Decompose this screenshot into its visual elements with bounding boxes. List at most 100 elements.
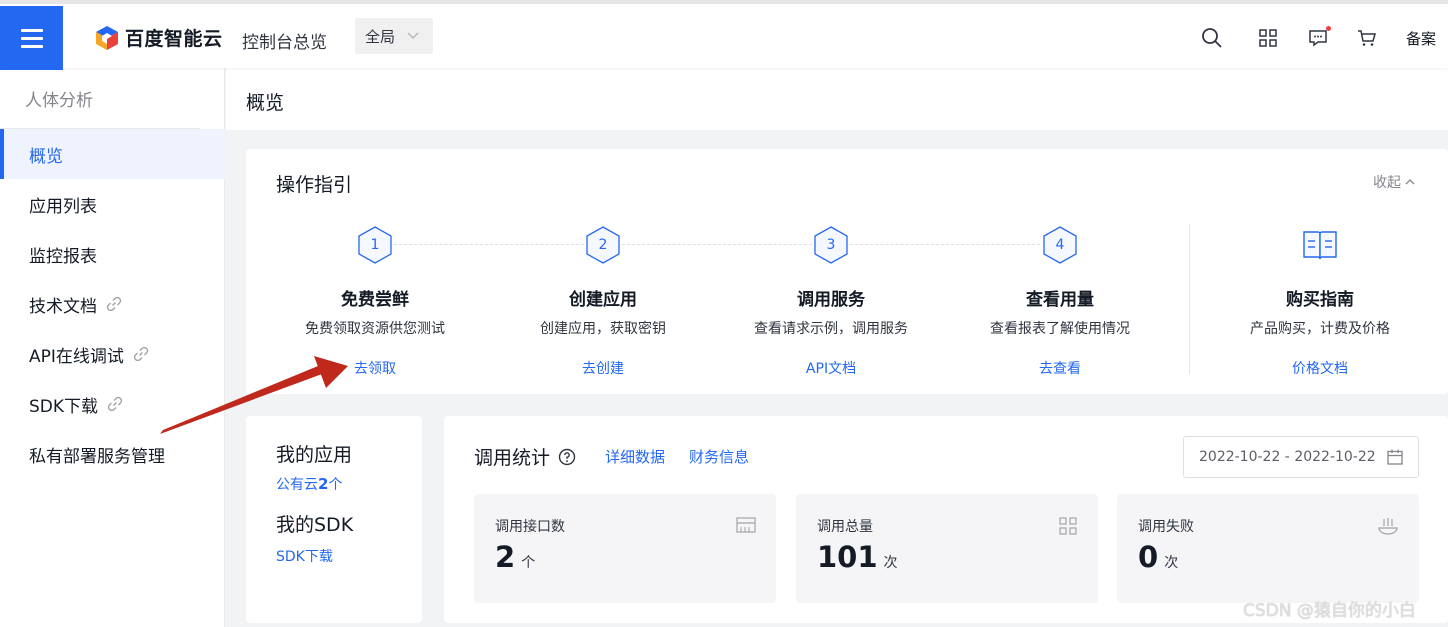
baidu-cloud-logo-icon bbox=[96, 25, 118, 50]
external-link-icon bbox=[132, 345, 150, 363]
sidebar-item-label: SDK下载 bbox=[29, 396, 99, 417]
view-usage-link[interactable]: 去查看 bbox=[1039, 358, 1081, 378]
beian-link[interactable]: 备案 bbox=[1406, 28, 1436, 49]
page-title: 概览 bbox=[246, 92, 285, 114]
step-number-hexagon-icon: 4 bbox=[1041, 225, 1079, 265]
grid-icon bbox=[1058, 516, 1078, 540]
sdk-download-link[interactable]: SDK下载 bbox=[276, 546, 333, 566]
metric-label: 调用失败 bbox=[1138, 519, 1194, 535]
sidebar-item-api-debug[interactable]: API在线调试 bbox=[0, 329, 225, 379]
guide-divider bbox=[1189, 224, 1190, 374]
purchase-guide-name: 购买指南 bbox=[1286, 290, 1354, 310]
menu-icon[interactable] bbox=[0, 6, 63, 70]
step-name: 调用服务 bbox=[797, 290, 865, 310]
step-desc: 查看请求示例，调用服务 bbox=[754, 321, 908, 337]
call-stats-card: 调用统计 详细数据 财务信息 2022-10-22 - 2022-10-22 调… bbox=[444, 416, 1448, 623]
stats-title-text: 调用统计 bbox=[474, 447, 551, 469]
detail-data-link[interactable]: 详细数据 bbox=[605, 446, 665, 467]
metric-unit: 个 bbox=[521, 555, 536, 571]
guide-step-3: 3 调用服务 查看请求示例，调用服务 API文档 bbox=[716, 225, 946, 378]
api-docs-link[interactable]: API文档 bbox=[806, 358, 856, 378]
date-range-picker[interactable]: 2022-10-22 - 2022-10-22 bbox=[1183, 436, 1419, 478]
console-overview-link[interactable]: 控制台总览 bbox=[242, 28, 327, 53]
search-icon[interactable] bbox=[1200, 26, 1224, 50]
guide-title: 操作指引 bbox=[276, 174, 353, 196]
metric-unit: 次 bbox=[1164, 555, 1179, 571]
purchase-guide-desc: 产品购买，计费及价格 bbox=[1250, 321, 1390, 337]
chevron-down-icon bbox=[407, 32, 419, 40]
book-icon bbox=[1301, 225, 1339, 265]
chevron-up-icon bbox=[1405, 179, 1415, 185]
step-number-hexagon-icon: 1 bbox=[356, 225, 394, 265]
sidebar-item-label: API在线调试 bbox=[29, 346, 124, 367]
step-number: 4 bbox=[1055, 237, 1065, 253]
apps-grid-icon[interactable] bbox=[1256, 26, 1280, 50]
sidebar: 人体分析 概览 应用列表 监控报表 技术文档 API在线调试 SDK下载 私有部… bbox=[0, 68, 225, 627]
step-number: 3 bbox=[826, 237, 836, 253]
metric-failed-calls: 调用失败 0 次 bbox=[1117, 494, 1419, 603]
my-sdk-title: 我的SDK bbox=[276, 514, 354, 536]
metric-label: 调用总量 bbox=[817, 519, 873, 535]
cart-icon[interactable] bbox=[1355, 26, 1379, 50]
unread-dot bbox=[1326, 26, 1331, 31]
create-app-link[interactable]: 去创建 bbox=[582, 358, 624, 378]
watermark: CSDN @猿自你的小白 bbox=[1243, 601, 1416, 621]
metric-total-calls: 调用总量 101 次 bbox=[796, 494, 1098, 603]
sidebar-item-app-list[interactable]: 应用列表 bbox=[0, 179, 225, 229]
date-range-value: 2022-10-22 - 2022-10-22 bbox=[1199, 449, 1376, 465]
sidebar-item-private-deploy[interactable]: 私有部署服务管理 bbox=[0, 429, 225, 479]
sidebar-item-label: 技术文档 bbox=[29, 296, 97, 317]
sidebar-item-tech-docs[interactable]: 技术文档 bbox=[0, 279, 225, 329]
metric-unit: 次 bbox=[883, 555, 898, 571]
brand-logo[interactable]: 百度智能云 bbox=[95, 24, 223, 51]
sidebar-title: 人体分析 bbox=[25, 91, 93, 111]
public-cloud-apps-link[interactable]: 公有云2个 bbox=[276, 474, 342, 494]
public-cloud-count: 2 bbox=[318, 475, 329, 493]
guide-card: 操作指引 收起 1 免费尝鲜 免费领取资源供您测试 去领取 2 创建应用 创建应… bbox=[246, 149, 1448, 394]
sidebar-item-sdk-download[interactable]: SDK下载 bbox=[0, 379, 225, 429]
finance-info-link[interactable]: 财务信息 bbox=[689, 446, 749, 467]
my-apps-card: 我的应用 公有云2个 我的SDK SDK下载 bbox=[246, 416, 422, 623]
guide-step-2: 2 创建应用 创建应用，获取密钥 去创建 bbox=[488, 225, 718, 378]
external-link-icon bbox=[106, 395, 124, 413]
metric-value-row: 2 个 bbox=[495, 540, 535, 574]
metric-interface-count: 调用接口数 2 个 bbox=[474, 494, 776, 603]
failure-icon bbox=[1377, 516, 1399, 540]
step-desc: 免费领取资源供您测试 bbox=[305, 321, 445, 337]
region-value: 全局 bbox=[365, 27, 396, 46]
guide-step-4: 4 查看用量 查看报表了解使用情况 去查看 bbox=[945, 225, 1175, 378]
public-cloud-label: 公有云 bbox=[276, 477, 318, 493]
help-icon[interactable] bbox=[558, 448, 576, 466]
message-icon[interactable] bbox=[1306, 26, 1331, 50]
sidebar-item-label: 私有部署服务管理 bbox=[29, 446, 165, 467]
calendar-icon bbox=[1387, 449, 1403, 465]
step-number: 2 bbox=[598, 237, 608, 253]
sidebar-item-label: 应用列表 bbox=[29, 196, 97, 217]
sidebar-item-overview[interactable]: 概览 bbox=[0, 129, 225, 179]
step-number-hexagon-icon: 3 bbox=[812, 225, 850, 265]
region-select[interactable]: 全局 bbox=[355, 18, 433, 54]
metric-value-row: 101 次 bbox=[817, 540, 898, 574]
step-number-hexagon-icon: 2 bbox=[584, 225, 622, 265]
step-name: 查看用量 bbox=[1026, 290, 1094, 310]
step-name: 免费尝鲜 bbox=[341, 290, 409, 310]
public-cloud-unit: 个 bbox=[328, 477, 343, 493]
metric-value-row: 0 次 bbox=[1138, 540, 1178, 574]
page-header: 概览 bbox=[226, 68, 1448, 130]
top-bar: 百度智能云 控制台总览 全局 备案 bbox=[0, 0, 1448, 70]
step-desc: 创建应用，获取密钥 bbox=[540, 321, 666, 337]
step-desc: 查看报表了解使用情况 bbox=[990, 321, 1130, 337]
pricing-docs-link[interactable]: 价格文档 bbox=[1292, 358, 1348, 378]
metric-value: 2 bbox=[495, 540, 516, 574]
collapse-button[interactable]: 收起 bbox=[1373, 172, 1416, 192]
stats-title: 调用统计 bbox=[474, 443, 576, 470]
my-apps-title: 我的应用 bbox=[276, 444, 353, 466]
metric-value: 0 bbox=[1138, 540, 1159, 574]
sidebar-item-label: 监控报表 bbox=[29, 246, 97, 267]
sidebar-item-monitor-report[interactable]: 监控报表 bbox=[0, 229, 225, 279]
step-name: 创建应用 bbox=[569, 290, 637, 310]
brand-name: 百度智能云 bbox=[125, 28, 223, 50]
claim-free-link[interactable]: 去领取 bbox=[354, 358, 396, 378]
external-link-icon bbox=[105, 295, 123, 313]
guide-step-1: 1 免费尝鲜 免费领取资源供您测试 去领取 bbox=[260, 225, 490, 378]
